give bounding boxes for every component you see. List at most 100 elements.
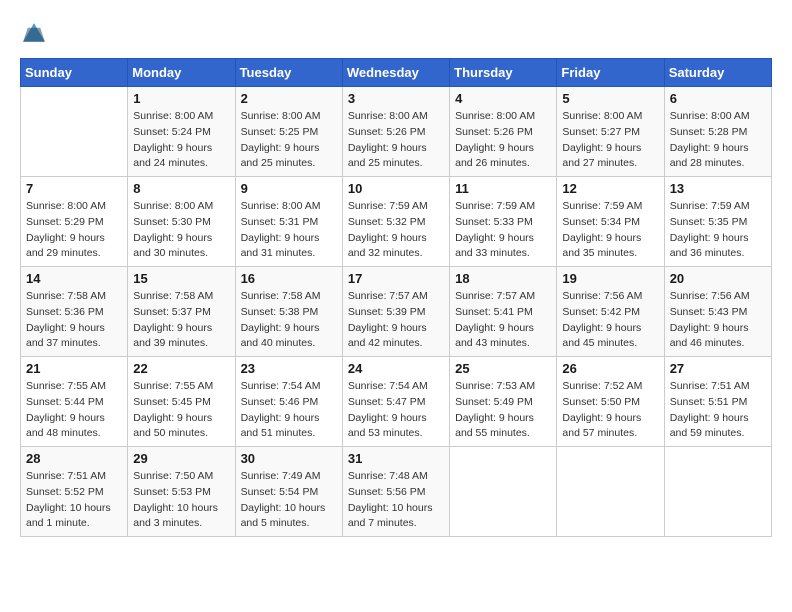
- calendar-cell: 28 Sunrise: 7:51 AMSunset: 5:52 PMDayligh…: [21, 447, 128, 537]
- calendar-cell: [450, 447, 557, 537]
- day-detail: Sunrise: 7:58 AMSunset: 5:36 PMDaylight:…: [26, 289, 122, 352]
- calendar-cell: 23 Sunrise: 7:54 AMSunset: 5:46 PMDayligh…: [235, 357, 342, 447]
- weekday-header-wednesday: Wednesday: [342, 59, 449, 87]
- calendar-cell: 16 Sunrise: 7:58 AMSunset: 5:38 PMDayligh…: [235, 267, 342, 357]
- day-detail: Sunrise: 8:00 AMSunset: 5:27 PMDaylight:…: [562, 109, 658, 172]
- day-number: 1: [133, 91, 229, 106]
- day-detail: Sunrise: 8:00 AMSunset: 5:29 PMDaylight:…: [26, 199, 122, 262]
- calendar-week-row: 7 Sunrise: 8:00 AMSunset: 5:29 PMDaylight…: [21, 177, 772, 267]
- calendar-week-row: 14 Sunrise: 7:58 AMSunset: 5:36 PMDayligh…: [21, 267, 772, 357]
- logo: [20, 20, 52, 48]
- calendar-cell: 7 Sunrise: 8:00 AMSunset: 5:29 PMDaylight…: [21, 177, 128, 267]
- calendar-cell: 2Sunrise: 8:00 AMSunset: 5:25 PMDaylight…: [235, 87, 342, 177]
- weekday-header-row: SundayMondayTuesdayWednesdayThursdayFrid…: [21, 59, 772, 87]
- calendar-cell: 26 Sunrise: 7:52 AMSunset: 5:50 PMDayligh…: [557, 357, 664, 447]
- calendar-body: 1 Sunrise: 8:00 AMSunset: 5:24 PMDaylight…: [21, 87, 772, 537]
- weekday-header-thursday: Thursday: [450, 59, 557, 87]
- day-detail: Sunrise: 7:52 AMSunset: 5:50 PMDaylight:…: [562, 379, 658, 442]
- day-detail: Sunrise: 7:54 AMSunset: 5:47 PMDaylight:…: [348, 379, 444, 442]
- day-number: 9: [241, 181, 337, 196]
- day-number: 24: [348, 361, 444, 376]
- day-detail: Sunrise: 7:50 AMSunset: 5:53 PMDaylight:…: [133, 469, 229, 532]
- day-detail: Sunrise: 7:54 AMSunset: 5:46 PMDaylight:…: [241, 379, 337, 442]
- day-number: 10: [348, 181, 444, 196]
- day-detail: Sunrise: 8:00 AMSunset: 5:31 PMDaylight:…: [241, 199, 337, 262]
- day-detail: Sunrise: 7:57 AMSunset: 5:41 PMDaylight:…: [455, 289, 551, 352]
- day-number: 28: [26, 451, 122, 466]
- calendar-cell: 11Sunrise: 7:59 AMSunset: 5:33 PMDayligh…: [450, 177, 557, 267]
- calendar-cell: 6 Sunrise: 8:00 AMSunset: 5:28 PMDaylight…: [664, 87, 771, 177]
- day-detail: Sunrise: 7:58 AMSunset: 5:37 PMDaylight:…: [133, 289, 229, 352]
- day-detail: Sunrise: 7:51 AMSunset: 5:52 PMDaylight:…: [26, 469, 122, 532]
- day-number: 16: [241, 271, 337, 286]
- day-number: 19: [562, 271, 658, 286]
- day-number: 23: [241, 361, 337, 376]
- day-detail: Sunrise: 7:59 AMSunset: 5:32 PMDaylight:…: [348, 199, 444, 262]
- calendar-cell: 1 Sunrise: 8:00 AMSunset: 5:24 PMDaylight…: [128, 87, 235, 177]
- day-detail: Sunrise: 7:55 AMSunset: 5:44 PMDaylight:…: [26, 379, 122, 442]
- day-number: 18: [455, 271, 551, 286]
- weekday-header-tuesday: Tuesday: [235, 59, 342, 87]
- calendar-cell: [21, 87, 128, 177]
- day-detail: Sunrise: 8:00 AMSunset: 5:24 PMDaylight:…: [133, 109, 229, 172]
- day-detail: Sunrise: 7:57 AMSunset: 5:39 PMDaylight:…: [348, 289, 444, 352]
- day-detail: Sunrise: 8:00 AMSunset: 5:30 PMDaylight:…: [133, 199, 229, 262]
- day-detail: Sunrise: 7:53 AMSunset: 5:49 PMDaylight:…: [455, 379, 551, 442]
- calendar-cell: 5Sunrise: 8:00 AMSunset: 5:27 PMDaylight…: [557, 87, 664, 177]
- calendar-week-row: 21 Sunrise: 7:55 AMSunset: 5:44 PMDayligh…: [21, 357, 772, 447]
- day-number: 6: [670, 91, 766, 106]
- day-number: 15: [133, 271, 229, 286]
- calendar-cell: 3Sunrise: 8:00 AMSunset: 5:26 PMDaylight…: [342, 87, 449, 177]
- calendar-cell: 20 Sunrise: 7:56 AMSunset: 5:43 PMDayligh…: [664, 267, 771, 357]
- day-number: 21: [26, 361, 122, 376]
- weekday-header-friday: Friday: [557, 59, 664, 87]
- calendar-cell: 12 Sunrise: 7:59 AMSunset: 5:34 PMDayligh…: [557, 177, 664, 267]
- day-detail: Sunrise: 8:00 AMSunset: 5:26 PMDaylight:…: [455, 109, 551, 172]
- day-number: 22: [133, 361, 229, 376]
- calendar-table: SundayMondayTuesdayWednesdayThursdayFrid…: [20, 58, 772, 537]
- day-number: 26: [562, 361, 658, 376]
- day-detail: Sunrise: 8:00 AMSunset: 5:25 PMDaylight:…: [241, 109, 337, 172]
- day-detail: Sunrise: 7:51 AMSunset: 5:51 PMDaylight:…: [670, 379, 766, 442]
- day-number: 11: [455, 181, 551, 196]
- calendar-cell: 18 Sunrise: 7:57 AMSunset: 5:41 PMDayligh…: [450, 267, 557, 357]
- day-number: 27: [670, 361, 766, 376]
- page-header: [20, 20, 772, 48]
- day-detail: Sunrise: 7:56 AMSunset: 5:42 PMDaylight:…: [562, 289, 658, 352]
- calendar-cell: 17Sunrise: 7:57 AMSunset: 5:39 PMDayligh…: [342, 267, 449, 357]
- day-number: 3: [348, 91, 444, 106]
- weekday-header-sunday: Sunday: [21, 59, 128, 87]
- day-detail: Sunrise: 7:59 AMSunset: 5:34 PMDaylight:…: [562, 199, 658, 262]
- day-detail: Sunrise: 7:58 AMSunset: 5:38 PMDaylight:…: [241, 289, 337, 352]
- calendar-cell: [557, 447, 664, 537]
- day-number: 20: [670, 271, 766, 286]
- day-detail: Sunrise: 7:59 AMSunset: 5:35 PMDaylight:…: [670, 199, 766, 262]
- day-detail: Sunrise: 7:56 AMSunset: 5:43 PMDaylight:…: [670, 289, 766, 352]
- weekday-header-monday: Monday: [128, 59, 235, 87]
- day-number: 29: [133, 451, 229, 466]
- calendar-cell: 27 Sunrise: 7:51 AMSunset: 5:51 PMDayligh…: [664, 357, 771, 447]
- weekday-header-saturday: Saturday: [664, 59, 771, 87]
- calendar-cell: 22Sunrise: 7:55 AMSunset: 5:45 PMDayligh…: [128, 357, 235, 447]
- day-number: 31: [348, 451, 444, 466]
- day-number: 30: [241, 451, 337, 466]
- day-detail: Sunrise: 7:48 AMSunset: 5:56 PMDaylight:…: [348, 469, 444, 532]
- calendar-cell: 25 Sunrise: 7:53 AMSunset: 5:49 PMDayligh…: [450, 357, 557, 447]
- day-number: 13: [670, 181, 766, 196]
- calendar-cell: 10 Sunrise: 7:59 AMSunset: 5:32 PMDayligh…: [342, 177, 449, 267]
- calendar-cell: 21 Sunrise: 7:55 AMSunset: 5:44 PMDayligh…: [21, 357, 128, 447]
- day-detail: Sunrise: 8:00 AMSunset: 5:28 PMDaylight:…: [670, 109, 766, 172]
- day-detail: Sunrise: 7:49 AMSunset: 5:54 PMDaylight:…: [241, 469, 337, 532]
- day-number: 12: [562, 181, 658, 196]
- day-number: 4: [455, 91, 551, 106]
- day-number: 7: [26, 181, 122, 196]
- calendar-cell: 29 Sunrise: 7:50 AMSunset: 5:53 PMDayligh…: [128, 447, 235, 537]
- calendar-cell: 19 Sunrise: 7:56 AMSunset: 5:42 PMDayligh…: [557, 267, 664, 357]
- day-number: 14: [26, 271, 122, 286]
- calendar-cell: 30 Sunrise: 7:49 AMSunset: 5:54 PMDayligh…: [235, 447, 342, 537]
- calendar-cell: 24 Sunrise: 7:54 AMSunset: 5:47 PMDayligh…: [342, 357, 449, 447]
- calendar-cell: [664, 447, 771, 537]
- day-number: 25: [455, 361, 551, 376]
- calendar-week-row: 1 Sunrise: 8:00 AMSunset: 5:24 PMDaylight…: [21, 87, 772, 177]
- day-number: 8: [133, 181, 229, 196]
